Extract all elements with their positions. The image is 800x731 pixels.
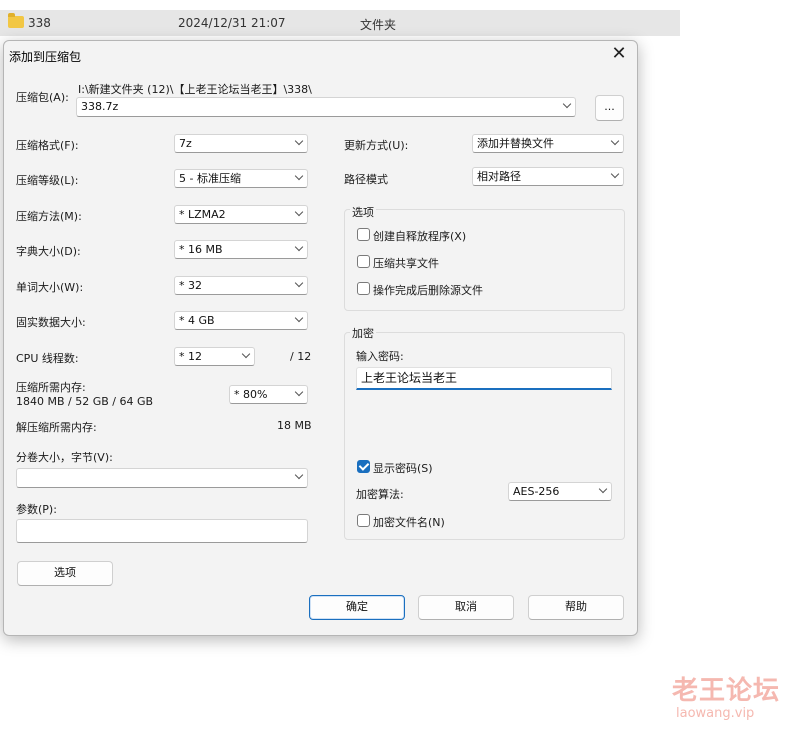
archive-name-value: 338.7z — [81, 100, 119, 113]
solid-value: * 4 GB — [179, 314, 215, 327]
file-name: 338 — [28, 16, 51, 30]
chevron-down-icon — [294, 207, 304, 217]
folder-icon — [8, 13, 24, 28]
word-label: 单词大小(W): — [16, 281, 84, 294]
word-value: * 32 — [179, 279, 202, 292]
mem-select[interactable]: * 80% — [229, 385, 308, 404]
file-date: 2024/12/31 21:07 — [178, 16, 286, 30]
decomp-value: 18 MB — [277, 419, 312, 432]
format-label: 压缩格式(F): — [16, 139, 79, 152]
update-select[interactable]: 添加并替换文件 — [472, 134, 624, 153]
mem-detail: 1840 MB / 52 GB / 64 GB — [16, 395, 154, 408]
options-group-title: 选项 — [350, 204, 376, 220]
password-input[interactable]: 上老王论坛当老王 — [356, 367, 612, 390]
help-button[interactable]: 帮助 — [528, 595, 624, 620]
shared-label: 压缩共享文件 — [373, 257, 439, 270]
archive-name-combo[interactable]: 338.7z — [76, 97, 576, 117]
split-combo[interactable] — [16, 468, 308, 488]
chevron-down-icon — [294, 387, 304, 397]
encrypt-names-checkbox[interactable] — [357, 514, 370, 527]
delete-label: 操作完成后删除源文件 — [373, 284, 483, 297]
dict-label: 字典大小(D): — [16, 245, 81, 258]
cpu-label: CPU 线程数: — [16, 352, 79, 365]
chevron-down-icon — [294, 242, 304, 252]
path-select[interactable]: 相对路径 — [472, 167, 624, 186]
delete-checkbox[interactable] — [357, 282, 370, 295]
cpu-value: * 12 — [179, 350, 202, 363]
solid-select[interactable]: * 4 GB — [174, 311, 308, 330]
sfx-checkbox[interactable] — [357, 228, 370, 241]
add-to-archive-dialog: 添加到压缩包 ✕ 压缩包(A): I:\新建文件夹 (12)\【上老王论坛当老王… — [3, 40, 638, 636]
encryption-group-title: 加密 — [350, 325, 376, 341]
cpu-total: / 12 — [290, 350, 312, 363]
enc-method-value: AES-256 — [513, 485, 560, 498]
chevron-down-icon — [294, 313, 304, 323]
chevron-down-icon — [294, 278, 304, 288]
decomp-label: 解压缩所需内存: — [16, 421, 97, 434]
watermark-en: laowang.vip — [676, 706, 755, 721]
chevron-down-icon — [294, 136, 304, 146]
encrypt-names-label: 加密文件名(N) — [373, 516, 445, 529]
format-select[interactable]: 7z — [174, 134, 308, 153]
close-icon[interactable]: ✕ — [607, 43, 631, 67]
explorer-file-row[interactable]: 338 2024/12/31 21:07 文件夹 — [0, 10, 680, 36]
dict-select[interactable]: * 16 MB — [174, 240, 308, 259]
file-type: 文件夹 — [360, 18, 397, 32]
archive-label: 压缩包(A): — [16, 91, 69, 104]
method-value: * LZMA2 — [179, 208, 226, 221]
path-label: 路径模式 — [344, 173, 388, 186]
level-label: 压缩等级(L): — [16, 174, 79, 187]
chevron-down-icon — [598, 484, 608, 494]
word-select[interactable]: * 32 — [174, 276, 308, 295]
sfx-label: 创建自释放程序(X) — [373, 230, 467, 243]
options-button[interactable]: 选项 — [17, 561, 113, 586]
format-value: 7z — [179, 137, 192, 150]
enc-method-label: 加密算法: — [356, 488, 404, 501]
chevron-down-icon — [610, 169, 620, 179]
browse-button[interactable]: ... — [595, 95, 624, 121]
params-input[interactable] — [16, 519, 308, 543]
split-label: 分卷大小，字节(V): — [16, 451, 113, 464]
method-select[interactable]: * LZMA2 — [174, 205, 308, 224]
cancel-button[interactable]: 取消 — [418, 595, 514, 620]
update-label: 更新方式(U): — [344, 139, 409, 152]
level-select[interactable]: 5 - 标准压缩 — [174, 169, 308, 188]
show-password-label: 显示密码(S) — [373, 462, 433, 475]
solid-label: 固实数据大小: — [16, 316, 86, 329]
show-password-checkbox[interactable] — [357, 460, 370, 473]
method-label: 压缩方法(M): — [16, 210, 82, 223]
cpu-select[interactable]: * 12 — [174, 347, 255, 366]
mem-label: 压缩所需内存: — [16, 381, 86, 394]
chevron-down-icon — [241, 349, 251, 359]
params-label: 参数(P): — [16, 503, 57, 516]
update-value: 添加并替换文件 — [477, 137, 554, 150]
level-value: 5 - 标准压缩 — [179, 172, 241, 185]
ok-button[interactable]: 确定 — [309, 595, 405, 620]
path-value: 相对路径 — [477, 170, 521, 183]
password-label: 输入密码: — [356, 350, 404, 363]
watermark-cn: 老王论坛 — [672, 676, 781, 706]
mem-value: * 80% — [234, 388, 268, 401]
chevron-down-icon — [610, 136, 620, 146]
chevron-down-icon — [294, 171, 304, 181]
chevron-down-icon — [294, 470, 304, 480]
archive-path: I:\新建文件夹 (12)\【上老王论坛当老王】\338\ — [78, 83, 312, 96]
chevron-down-icon — [562, 99, 572, 109]
dict-value: * 16 MB — [179, 243, 223, 256]
enc-method-select[interactable]: AES-256 — [508, 482, 612, 501]
dialog-title: 添加到压缩包 — [9, 50, 82, 64]
shared-checkbox[interactable] — [357, 255, 370, 268]
